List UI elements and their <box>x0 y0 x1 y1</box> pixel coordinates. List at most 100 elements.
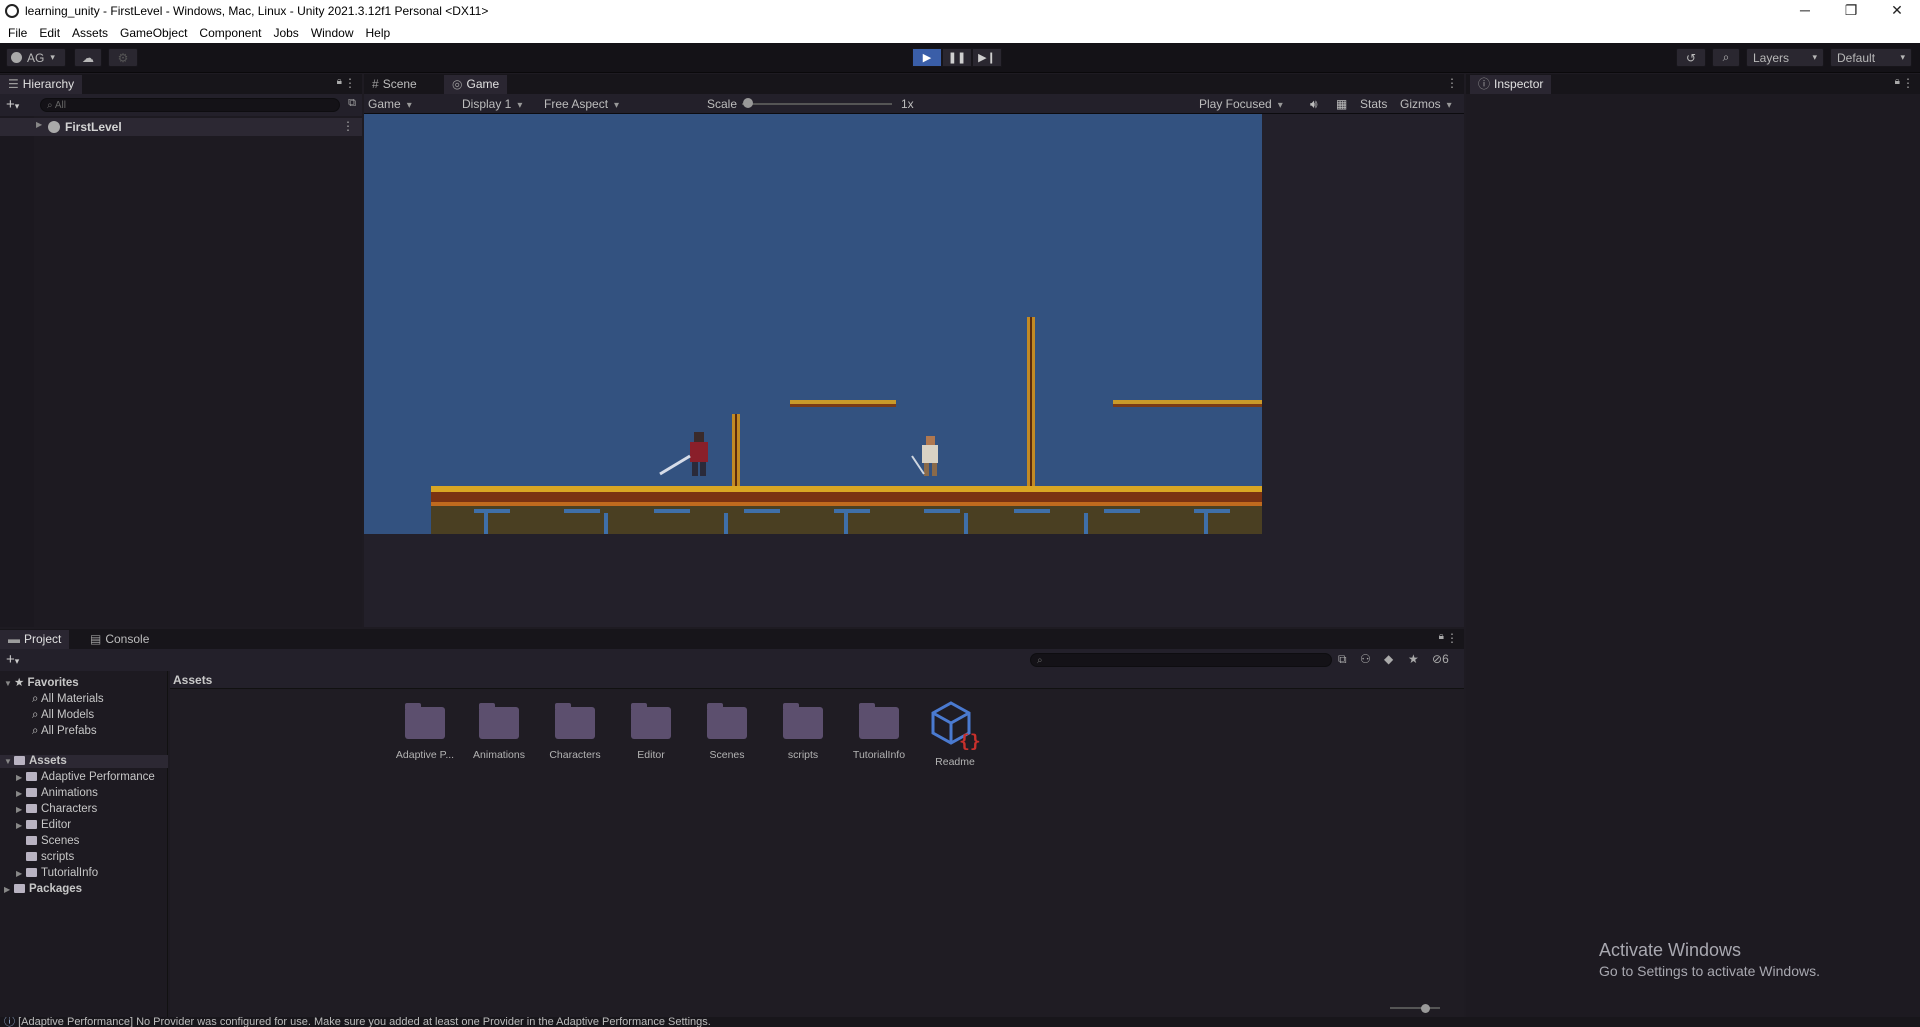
folder-icon <box>783 703 823 739</box>
favorite-item[interactable]: ⌕ All Materials <box>32 693 104 706</box>
tab-label: Game <box>466 77 500 91</box>
tab-hierarchy[interactable]: ☰ Hierarchy <box>0 75 83 94</box>
watermark-subtitle: Go to Settings to activate Windows. <box>1599 963 1820 979</box>
account-dropdown[interactable]: AG ▾ <box>6 48 66 67</box>
hierarchy-search-input[interactable]: ⌕ All <box>40 98 340 112</box>
post-tall <box>1027 317 1035 487</box>
restore-button[interactable]: ❐ <box>1828 0 1874 22</box>
display-dropdown[interactable]: Display 1 <box>462 97 522 111</box>
close-button[interactable]: ✕ <box>1874 0 1920 22</box>
hidden-count: 6 <box>1442 652 1449 666</box>
asset-tree-item[interactable]: ▶ Characters <box>16 803 97 816</box>
more-icon[interactable]: ⋮ <box>1902 76 1914 90</box>
tab-game[interactable]: ◎ Game <box>444 75 508 94</box>
asset-folder[interactable]: scripts <box>772 701 834 761</box>
asset-label: scripts <box>787 749 819 761</box>
tab-inspector[interactable]: ⓘ Inspector <box>1470 75 1552 94</box>
play-button[interactable]: ▶ <box>912 48 942 67</box>
pause-button[interactable]: ❚❚ <box>942 48 972 67</box>
status-message[interactable]: [Adaptive Performance] No Provider was c… <box>18 1017 711 1027</box>
collab-button[interactable]: ⚙ <box>108 48 138 67</box>
asset-folder[interactable]: TutorialInfo <box>848 701 910 761</box>
cloud-button[interactable]: ☁ <box>74 48 102 67</box>
tab-label: Project <box>24 632 62 646</box>
lock-icon[interactable]: 🔒︎ <box>1439 631 1444 642</box>
minimize-button[interactable]: ─ <box>1782 0 1828 22</box>
asset-folder[interactable]: Editor <box>620 701 682 761</box>
menu-file[interactable]: File <box>2 26 33 40</box>
folder-icon <box>555 703 595 739</box>
more-icon[interactable]: ⋮ <box>342 119 354 133</box>
gizmos-dropdown[interactable]: Gizmos <box>1400 97 1452 111</box>
game-scene-render <box>364 114 1262 534</box>
search-options-icon[interactable]: ⧉ <box>348 97 356 110</box>
menu-window[interactable]: Window <box>305 26 360 40</box>
caret-down-icon: ▼ <box>4 757 12 766</box>
search-button[interactable]: ⌕ <box>1712 48 1740 67</box>
packages-node[interactable]: ▶ Packages <box>4 883 82 896</box>
asset-tree-item[interactable]: Scenes <box>16 835 79 848</box>
zoom-slider-handle[interactable] <box>1421 1004 1430 1013</box>
lock-icon[interactable]: 🔒︎ <box>1895 76 1900 87</box>
layers-dropdown[interactable]: Layers ▾ <box>1746 48 1824 67</box>
project-search-input[interactable]: ⌕ <box>1030 653 1332 667</box>
asset-folder[interactable]: Adaptive P... <box>394 701 456 761</box>
stats-button[interactable]: Stats <box>1360 97 1387 111</box>
folder-label: TutorialInfo <box>41 867 99 879</box>
readme-cube-icon: {} <box>931 701 981 752</box>
more-icon[interactable]: ⋮ <box>344 76 356 90</box>
game-panel: #Scene ◎Game ⋮ Game Display 1 Free Aspec… <box>364 74 1464 627</box>
assets-node[interactable]: ▼ Assets <box>0 755 168 768</box>
filter-by-label-icon[interactable]: ⚇ <box>1360 652 1371 666</box>
menu-jobs[interactable]: Jobs <box>267 26 304 40</box>
packages-label: Packages <box>29 883 83 895</box>
play-focused-dropdown[interactable]: Play Focused <box>1199 97 1283 111</box>
history-button[interactable]: ↺ <box>1676 48 1706 67</box>
star-icon[interactable]: ★ <box>1408 652 1419 666</box>
game-mode-dropdown[interactable]: Game <box>368 97 452 111</box>
step-button[interactable]: ▶❙ <box>972 48 1002 67</box>
scale-slider-handle[interactable] <box>743 98 753 108</box>
menu-help[interactable]: Help <box>360 26 397 40</box>
add-button[interactable]: +▾ <box>6 651 19 668</box>
audio-icon[interactable]: 🔊︎ <box>1310 97 1318 112</box>
tab-scene[interactable]: # Scene <box>364 75 425 94</box>
menu-assets[interactable]: Assets <box>66 26 114 40</box>
asset-folder[interactable]: Scenes <box>696 701 758 761</box>
asset-folder[interactable]: Characters <box>544 701 606 761</box>
search-by-type-icon[interactable]: ⧉ <box>1338 652 1347 667</box>
more-icon[interactable]: ⋮ <box>1446 76 1458 90</box>
asset-readme[interactable]: {} Readme <box>924 701 986 768</box>
scale-slider[interactable] <box>742 103 892 105</box>
favorites-node[interactable]: ▼ ★ Favorites <box>4 677 79 690</box>
hierarchy-gutter <box>0 116 34 627</box>
asset-tree-item[interactable]: ▶ TutorialInfo <box>16 867 98 880</box>
more-icon[interactable]: ⋮ <box>1446 631 1458 645</box>
tab-console[interactable]: ▤ Console <box>82 630 157 649</box>
favorite-item[interactable]: ⌕ All Models <box>32 709 94 722</box>
search-icon: ⌕ <box>32 693 42 705</box>
add-button[interactable]: +▾ <box>6 96 19 113</box>
zoom-slider[interactable] <box>1390 1007 1440 1009</box>
lock-icon[interactable]: 🔒︎ <box>337 76 342 87</box>
grid-toggle-icon[interactable]: ▦ <box>1336 97 1347 111</box>
menu-component[interactable]: Component <box>193 26 267 40</box>
hierarchy-scene-row[interactable]: ▶ FirstLevel ⋮ <box>0 118 362 136</box>
tab-project[interactable]: ▬ Project <box>0 630 70 649</box>
favorite-label: All Models <box>41 709 95 721</box>
asset-folder[interactable]: Animations <box>468 701 530 761</box>
hidden-packages-icon[interactable]: ⊘6 <box>1432 652 1449 666</box>
asset-tree-item[interactable]: scripts <box>16 851 74 864</box>
tag-icon[interactable]: ◆ <box>1384 652 1393 666</box>
aspect-dropdown[interactable]: Free Aspect <box>544 97 619 111</box>
asset-tree-item[interactable]: ▶ Animations <box>16 787 98 800</box>
favorite-item[interactable]: ⌕ All Prefabs <box>32 725 97 738</box>
menu-gameobject[interactable]: GameObject <box>114 26 193 40</box>
game-view-viewport[interactable] <box>364 114 1262 534</box>
layout-dropdown[interactable]: Default ▾ <box>1830 48 1912 67</box>
asset-tree-item[interactable]: ▶ Adaptive Performance <box>16 771 155 784</box>
breadcrumb[interactable]: Assets <box>170 671 1464 689</box>
menu-edit[interactable]: Edit <box>33 26 66 40</box>
folder-icon: ▬ <box>8 632 20 646</box>
asset-tree-item[interactable]: ▶ Editor <box>16 819 71 832</box>
